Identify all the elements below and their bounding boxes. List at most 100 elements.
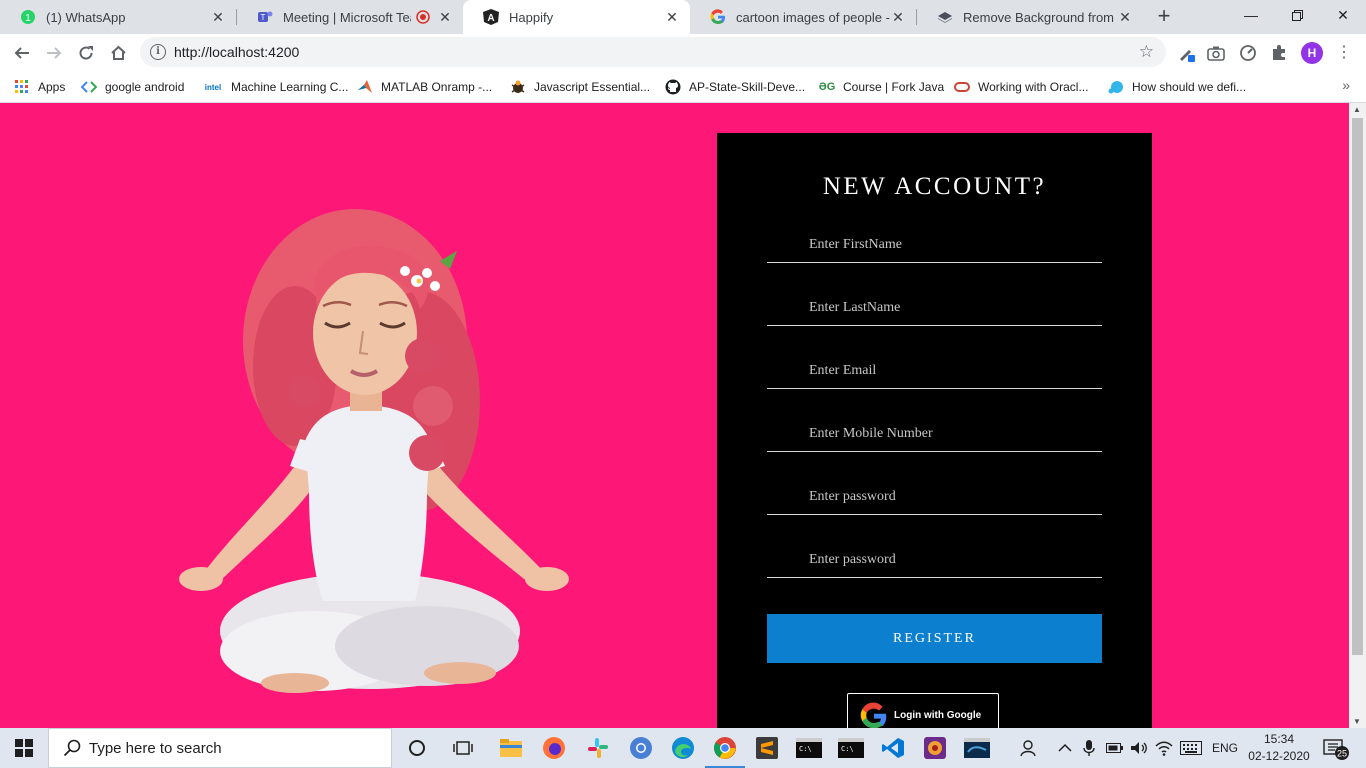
language-indicator[interactable]: ENG (1212, 728, 1238, 768)
bookmark-matlab[interactable]: MATLAB Onramp -... (357, 75, 492, 99)
android-code-icon (81, 79, 97, 95)
whatsapp-icon: 1 (20, 9, 36, 25)
bookmark-how-should-we[interactable]: How should we defi... (1108, 75, 1246, 99)
scroll-down-arrow-icon[interactable]: ▼ (1353, 717, 1361, 726)
cortana-icon[interactable] (403, 734, 431, 762)
close-icon[interactable]: ✕ (1117, 9, 1133, 25)
command-prompt-icon[interactable]: C:\ (837, 734, 865, 762)
task-view-icon[interactable] (449, 734, 477, 762)
bookmark-fork-java[interactable]: ƏG Course | Fork Java (819, 75, 944, 99)
site-info-icon[interactable]: i (150, 44, 166, 60)
more-menu-icon[interactable]: ⋮ (1336, 42, 1352, 64)
password-input[interactable] (767, 480, 1102, 514)
extensions-puzzle-icon[interactable] (1268, 42, 1290, 64)
registration-panel: NEW ACCOUNT? REGISTER Login with Google (717, 133, 1152, 728)
bookmarks-overflow-icon[interactable]: » (1342, 77, 1350, 93)
slack-icon[interactable] (584, 734, 612, 762)
minimize-button[interactable]: — (1228, 0, 1274, 30)
bookmark-javascript[interactable]: Javascript Essential... (510, 75, 650, 99)
tab-remove-bg[interactable]: Remove Background from Ima ✕ (917, 0, 1143, 34)
close-icon[interactable]: ✕ (890, 9, 906, 25)
last-name-input[interactable] (767, 291, 1102, 325)
notification-center-icon[interactable]: 25 (1322, 728, 1352, 768)
tray-overflow-chevron-icon[interactable] (1058, 728, 1072, 768)
tab-title: (1) WhatsApp (46, 9, 126, 25)
mysql-workbench-icon[interactable] (963, 734, 991, 762)
confirm-password-input[interactable] (767, 543, 1102, 577)
page-scrollbar[interactable]: ▲ ▼ (1349, 103, 1366, 728)
volume-icon[interactable] (1130, 728, 1148, 768)
bookmark-machine-learning[interactable]: intel Machine Learning C... (203, 75, 349, 99)
windows-taskbar: Type here to search C:\ C:\ ENG 15:34 02… (0, 728, 1366, 768)
bookmark-label: AP-State-Skill-Deve... (689, 80, 806, 94)
new-tab-button[interactable]: + (1152, 5, 1176, 29)
vscode-icon[interactable] (879, 734, 907, 762)
scroll-up-arrow-icon[interactable]: ▲ (1353, 105, 1361, 114)
bookmark-label: google android (105, 80, 185, 94)
recording-icon (415, 9, 431, 25)
close-icon[interactable]: ✕ (210, 9, 226, 25)
tab-title: Remove Background from Ima (963, 9, 1117, 25)
clock-time: 15:34 (1263, 732, 1295, 746)
home-icon[interactable] (104, 39, 132, 67)
windows-start-icon[interactable] (0, 728, 48, 768)
close-icon[interactable]: ✕ (437, 9, 453, 25)
edge-icon[interactable] (669, 734, 697, 762)
terminal-icon[interactable]: C:\ (795, 734, 823, 762)
first-name-field (767, 228, 1102, 263)
profile-avatar[interactable]: H (1301, 42, 1323, 64)
tab-google-search[interactable]: cartoon images of people - Go ✕ (690, 0, 916, 34)
sublime-text-icon[interactable] (753, 734, 781, 762)
game-app-icon[interactable] (921, 734, 949, 762)
firefox-icon[interactable] (540, 734, 568, 762)
close-icon[interactable]: ✕ (664, 9, 680, 25)
battery-icon[interactable] (1106, 728, 1124, 768)
camera-icon[interactable] (1205, 42, 1227, 64)
email-input[interactable] (767, 354, 1102, 388)
tab-happify[interactable]: A Happify ✕ (463, 0, 690, 34)
scrollbar-thumb[interactable] (1352, 118, 1363, 655)
bookmark-label: Machine Learning C... (231, 80, 349, 94)
chrome-taskbar-icon[interactable] (705, 734, 745, 768)
bookmark-label: Javascript Essential... (534, 80, 651, 94)
taskbar-clock[interactable]: 15:34 02-12-2020 (1246, 731, 1312, 765)
chromium-icon[interactable] (627, 734, 655, 762)
bookmark-google-android[interactable]: google android (81, 75, 184, 99)
file-explorer-icon[interactable] (497, 734, 525, 762)
forward-icon[interactable] (40, 39, 68, 67)
back-icon[interactable] (8, 39, 36, 67)
performance-icon[interactable] (1237, 42, 1259, 64)
geeksforgeeks-icon: ƏG (818, 81, 836, 93)
bookmark-apps[interactable]: Apps (14, 75, 65, 99)
address-bar[interactable]: i http://localhost:4200 ☆ (140, 37, 1166, 67)
page-viewport: NEW ACCOUNT? REGISTER Login with Google (0, 103, 1349, 728)
url-text[interactable]: http://localhost:4200 (174, 44, 299, 60)
confirm-password-field (767, 543, 1102, 578)
extension-pen-icon[interactable] (1175, 42, 1197, 64)
bookmark-ap-state-skill[interactable]: AP-State-Skill-Deve... (665, 75, 805, 99)
tab-whatsapp[interactable]: 1 (1) WhatsApp ✕ (0, 0, 236, 34)
keyboard-icon[interactable] (1180, 728, 1202, 768)
tab-teams[interactable]: T Meeting | Microsoft Teams ✕ (237, 0, 463, 34)
password-field (767, 480, 1102, 515)
microphone-icon[interactable] (1083, 728, 1095, 768)
restore-button[interactable] (1274, 0, 1320, 30)
mobile-input[interactable] (767, 417, 1102, 451)
oracle-icon (954, 79, 970, 95)
bookmark-star-icon[interactable]: ☆ (1139, 42, 1154, 62)
reload-icon[interactable] (72, 39, 100, 67)
last-name-field (767, 291, 1102, 326)
browser-toolbar: i http://localhost:4200 ☆ H ⋮ (0, 34, 1366, 71)
close-window-button[interactable]: ✕ (1320, 0, 1366, 30)
bookmark-oracle[interactable]: Working with Oracl... (954, 75, 1088, 99)
notification-count: 25 (1337, 749, 1347, 759)
github-icon (665, 79, 681, 95)
register-button[interactable]: REGISTER (767, 614, 1102, 663)
people-icon[interactable] (1020, 728, 1040, 768)
taskbar-search-box[interactable]: Type here to search (48, 728, 392, 768)
wifi-icon[interactable] (1155, 728, 1173, 768)
tab-title: Happify (509, 9, 554, 25)
first-name-input[interactable] (767, 228, 1102, 262)
svg-text:T: T (261, 13, 266, 22)
google-login-button[interactable]: Login with Google (847, 693, 999, 728)
